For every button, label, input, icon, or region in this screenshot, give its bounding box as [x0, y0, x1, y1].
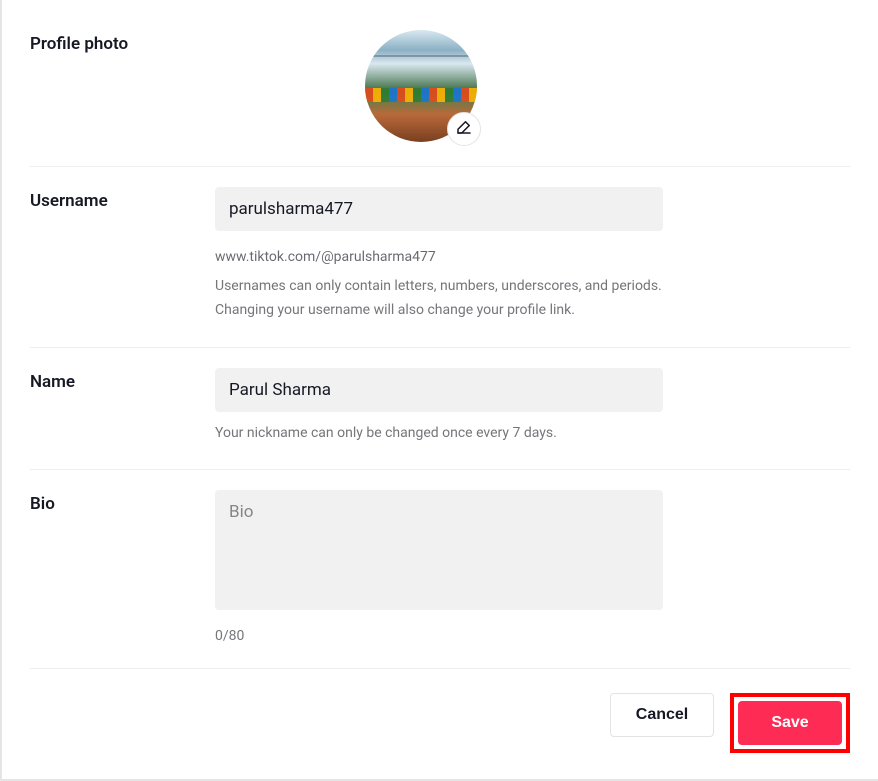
name-help: Your nickname can only be changed once e… — [215, 422, 663, 446]
bio-label: Bio — [30, 490, 215, 644]
name-input[interactable] — [215, 368, 663, 412]
profile-photo-label: Profile photo — [30, 30, 215, 142]
username-input[interactable] — [215, 187, 663, 231]
edit-photo-button[interactable] — [447, 112, 481, 146]
bio-counter: 0/80 — [215, 628, 850, 644]
footer: Cancel Save — [2, 669, 878, 777]
name-label: Name — [30, 368, 215, 446]
username-row: Username www.tiktok.com/@parulsharma477 … — [30, 187, 850, 348]
save-highlight: Save — [730, 693, 850, 753]
bio-textarea[interactable] — [215, 490, 663, 610]
bio-row: Bio 0/80 — [30, 490, 850, 669]
profile-photo-row: Profile photo — [30, 30, 850, 167]
save-button[interactable]: Save — [738, 701, 842, 745]
username-help: Usernames can only contain letters, numb… — [215, 275, 663, 323]
name-row: Name Your nickname can only be changed o… — [30, 368, 850, 471]
cancel-button[interactable]: Cancel — [610, 693, 714, 737]
avatar-wrap — [365, 30, 477, 142]
profile-url: www.tiktok.com/@parulsharma477 — [215, 249, 850, 265]
username-label: Username — [30, 187, 215, 323]
edit-icon — [455, 118, 473, 140]
